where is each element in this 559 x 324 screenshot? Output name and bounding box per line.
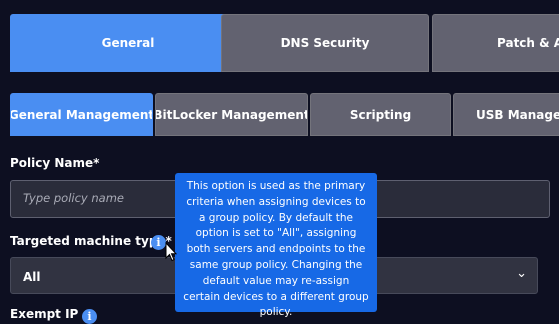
tab-usb-management[interactable]: USB Management [453, 93, 559, 136]
chevron-down-icon: ⌄ [516, 266, 527, 281]
tab-patch-asset-label: Patch & Asset [497, 36, 559, 50]
tab-bitlocker-management-label: BitLocker Management [155, 107, 308, 122]
tab-general-management[interactable]: General Management [10, 93, 153, 136]
tab-dns-security[interactable]: DNS Security [221, 14, 429, 72]
info-icon[interactable]: i [151, 235, 166, 250]
tab-usb-management-label: USB Management [476, 107, 559, 122]
tab-scripting-label: Scripting [349, 107, 412, 122]
machine-type-value: All [23, 270, 41, 284]
policy-name-label: Policy Name* [10, 156, 100, 170]
tab-dns-security-label: DNS Security [280, 36, 370, 50]
tab-bitlocker-management[interactable]: BitLocker Management [155, 93, 308, 136]
info-tooltip: This option is used as the primary crite… [175, 173, 377, 318]
tooltip-text: This option is used as the primary crite… [183, 180, 369, 319]
mouse-pointer-icon [165, 242, 177, 262]
tab-patch-asset[interactable]: Patch & Asset [432, 14, 559, 72]
tab-general-management-label: General Management [10, 107, 153, 122]
machine-type-label: Targeted machine type* [10, 234, 172, 248]
tab-general-label: General [101, 36, 155, 50]
policy-name-placeholder: Type policy name [23, 191, 124, 205]
tab-general[interactable]: General [10, 14, 246, 72]
tab-scripting[interactable]: Scripting [310, 93, 451, 136]
exempt-ip-label: Exempt IP [10, 307, 79, 321]
info-icon[interactable]: i [82, 309, 97, 324]
